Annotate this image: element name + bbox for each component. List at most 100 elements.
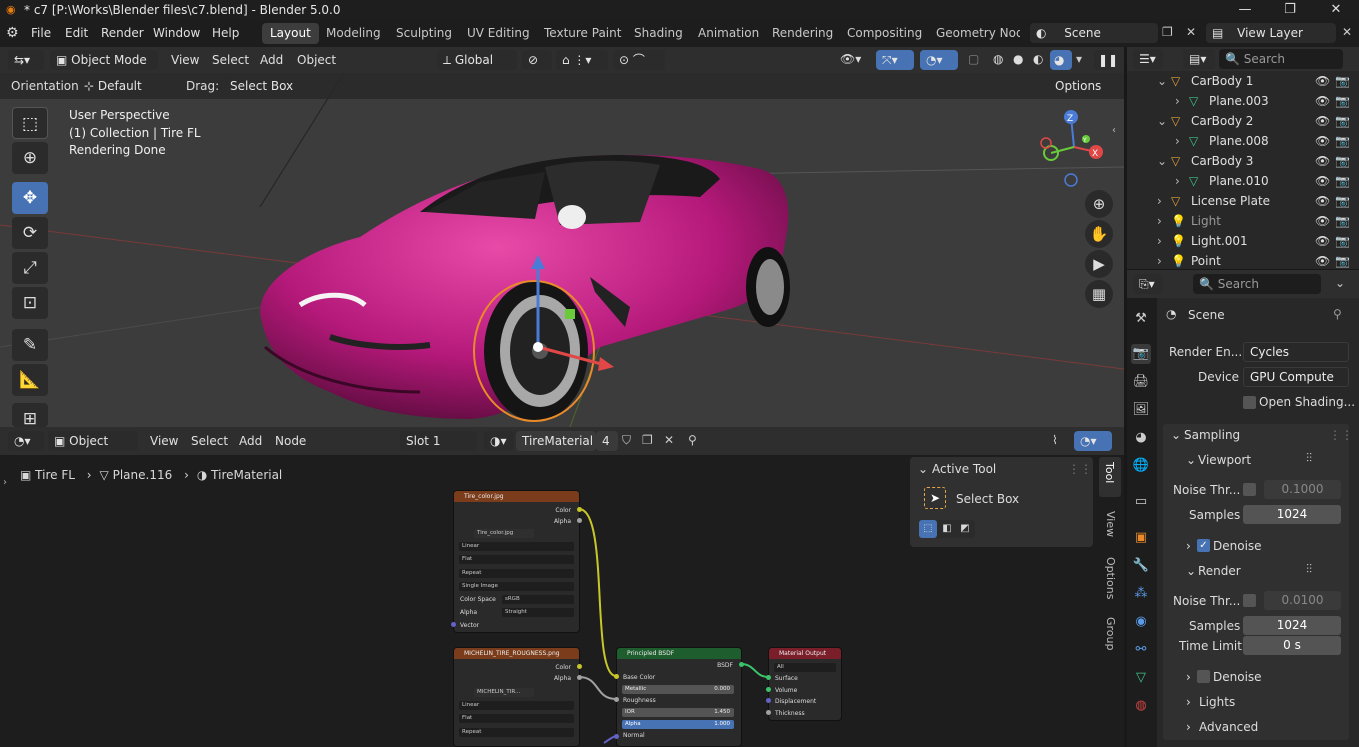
render-camera-icon[interactable]: 📷 — [1335, 191, 1350, 211]
workspace-tab-geometry-nodes[interactable]: Geometry Node — [928, 23, 1020, 44]
advanced-subpanel-header[interactable]: Advanced — [1199, 720, 1258, 734]
maximize-button[interactable]: ❐ — [1267, 0, 1313, 20]
mode-selector[interactable]: ▣ Object Mode — [50, 50, 158, 70]
lights-expand-icon[interactable]: › — [1186, 695, 1191, 709]
snap-icon[interactable]: ⌂ ⋮▾ — [556, 50, 608, 70]
alpha-mode-dropdown[interactable]: Straight — [502, 608, 574, 617]
alpha-field[interactable]: Alpha 1.000 — [622, 720, 734, 729]
r-denoise-checkbox[interactable] — [1197, 670, 1210, 683]
particles-tab-icon[interactable]: ⁂ — [1131, 584, 1151, 604]
workspace-tab-rendering[interactable]: Rendering — [764, 23, 841, 44]
vp-menu-select[interactable]: Select — [212, 53, 249, 67]
open-shading-checkbox[interactable] — [1243, 396, 1256, 409]
tool-tab-icon[interactable]: ⚒ — [1131, 309, 1151, 329]
tool-select-box-icon[interactable]: ⬚ — [12, 107, 48, 139]
visibility-eye-icon[interactable]: 👁 — [1315, 171, 1330, 191]
r-noise-threshold-field[interactable]: 0.0100 — [1264, 591, 1341, 610]
modifier-tab-icon[interactable]: 🔧 — [1131, 556, 1151, 576]
render-engine-dropdown[interactable]: Cycles — [1243, 342, 1349, 362]
orientation-selector[interactable]: ⊹ Default — [78, 76, 176, 96]
outliner-search-input[interactable]: 🔍 Search — [1219, 49, 1343, 69]
image-texture-node-color[interactable]: Tire_color.jpg Color Alpha Tire_color.jp… — [453, 490, 580, 633]
image-file-field[interactable]: Tire_color.jpg — [474, 529, 534, 538]
vp-menu-view[interactable]: View — [171, 53, 199, 67]
expand-arrow-icon[interactable]: › — [1157, 251, 1162, 271]
outliner-item[interactable]: › ▽ License Plate 👁 📷 — [1127, 191, 1359, 211]
pause-render-icon[interactable]: ❚❚ — [1094, 50, 1118, 70]
menu-help[interactable]: Help — [212, 26, 239, 40]
outliner-item[interactable]: ⌄ ▽ CarBody 3 👁 📷 — [1127, 151, 1359, 171]
tool-measure-icon[interactable]: 📐 — [12, 364, 48, 396]
visibility-eye-icon[interactable]: 👁 — [1315, 251, 1330, 271]
gizmo-toggle-icon[interactable]: ⤧▾ — [876, 50, 914, 70]
visibility-eye-icon[interactable]: 👁▾ — [840, 52, 861, 66]
socket-volume-in[interactable] — [766, 687, 771, 692]
vp-menu-add[interactable]: Add — [260, 53, 283, 67]
shading-solid-icon[interactable]: ● — [1013, 52, 1023, 66]
outliner-item[interactable]: › 💡 Light.001 👁 📷 — [1127, 231, 1359, 251]
xray-icon[interactable]: ▢ — [968, 52, 979, 66]
drag-selector[interactable]: Select Box — [224, 76, 306, 96]
metallic-field[interactable]: Metallic 0.000 — [622, 685, 734, 694]
physics-tab-icon[interactable]: ◉ — [1131, 612, 1151, 632]
render-camera-icon[interactable]: 📷 — [1335, 131, 1350, 151]
properties-options-icon[interactable]: ⌄ — [1335, 276, 1345, 290]
source-dropdown[interactable]: Single Image — [459, 582, 574, 591]
render-camera-icon[interactable]: 📷 — [1335, 231, 1350, 251]
workspace-tab-shading[interactable]: Shading — [626, 23, 691, 44]
interpolation-dropdown[interactable]: Linear — [459, 701, 574, 710]
shading-rendered-icon[interactable]: ◕ — [1050, 50, 1072, 70]
visibility-eye-icon[interactable]: 👁 — [1315, 151, 1330, 171]
shader-node-editor[interactable]: ◔▾ ▣ Object View Select Add Node Slot 1 … — [0, 427, 1124, 747]
new-scene-icon[interactable]: ❐ — [1162, 25, 1173, 39]
shading-options-icon[interactable]: ▾ — [1076, 52, 1082, 66]
constraints-tab-icon[interactable]: ⚯ — [1131, 640, 1151, 660]
output-tab-icon[interactable]: 🖨 — [1131, 372, 1151, 392]
visibility-eye-icon[interactable]: 👁 — [1315, 231, 1330, 251]
socket-roughness-in[interactable] — [614, 697, 619, 702]
image-file-field[interactable]: MICHELIN_TIR... — [474, 688, 534, 697]
sampling-header[interactable]: Sampling — [1184, 428, 1240, 442]
ior-field[interactable]: IOR 1.450 — [622, 708, 734, 717]
workspace-tab-modeling[interactable]: Modeling — [318, 23, 389, 44]
extension-dropdown[interactable]: Repeat — [459, 569, 574, 578]
r-samples-field[interactable]: 1024 — [1243, 616, 1341, 635]
render-camera-icon[interactable]: 📷 — [1335, 211, 1350, 231]
tool-move-icon[interactable]: ✥ — [12, 182, 48, 214]
advanced-expand-icon[interactable]: › — [1186, 720, 1191, 734]
tool-rotate-icon[interactable]: ⟳ — [12, 217, 48, 249]
pivot-point-icon[interactable]: ⊘ — [522, 50, 552, 70]
outliner-item[interactable]: › ▽ Plane.008 👁 📷 — [1127, 131, 1359, 151]
tool-add-cube-icon[interactable]: ⊞ — [12, 403, 48, 427]
workspace-tab-animation[interactable]: Animation — [690, 23, 767, 44]
material-tab-icon[interactable]: ◍ — [1131, 696, 1151, 716]
properties-editor-type-icon[interactable]: ⎘▾ — [1133, 274, 1163, 294]
sampling-drag-icon[interactable]: ⋮⋮ — [1329, 428, 1353, 442]
expand-arrow-icon[interactable]: › — [1175, 171, 1180, 191]
target-dropdown[interactable]: All — [774, 663, 836, 672]
socket-displacement-in[interactable] — [766, 698, 771, 703]
transform-orientation-global[interactable]: ⟂ Global — [437, 50, 517, 70]
render-camera-icon[interactable]: 📷 — [1335, 171, 1350, 191]
viewport-subpanel-header[interactable]: Viewport — [1198, 453, 1251, 467]
socket-color-out[interactable] — [577, 507, 582, 512]
side-tab-options[interactable]: Options — [1104, 557, 1117, 599]
outliner-item[interactable]: ⌄ ▽ CarBody 1 👁 📷 — [1127, 71, 1359, 91]
time-limit-field[interactable]: 0 s — [1243, 636, 1341, 655]
render-tab-icon[interactable]: 📷 — [1131, 344, 1151, 364]
color-space-dropdown[interactable]: sRGB — [502, 595, 574, 604]
workspace-tab-compositing[interactable]: Compositing — [839, 23, 930, 44]
interpolation-dropdown[interactable]: Linear — [459, 542, 574, 551]
extension-dropdown[interactable]: Repeat — [459, 728, 574, 737]
lights-subpanel-header[interactable]: Lights — [1199, 695, 1235, 709]
minimize-button[interactable]: — — [1222, 0, 1268, 20]
collection-tab-icon[interactable]: ▭ — [1131, 492, 1151, 512]
vp-denoise-expand-icon[interactable]: › — [1186, 539, 1191, 553]
outliner-item[interactable]: › ▽ Plane.010 👁 📷 — [1127, 171, 1359, 191]
render-camera-icon[interactable]: 📷 — [1335, 71, 1350, 91]
shading-material-icon[interactable]: ◐ — [1033, 52, 1043, 66]
vp-noise-checkbox[interactable] — [1243, 483, 1256, 496]
render-camera-icon[interactable]: 📷 — [1335, 111, 1350, 131]
outliner-editor-type-icon[interactable]: ☰▾ — [1133, 49, 1163, 69]
socket-alpha-out[interactable] — [577, 518, 582, 523]
